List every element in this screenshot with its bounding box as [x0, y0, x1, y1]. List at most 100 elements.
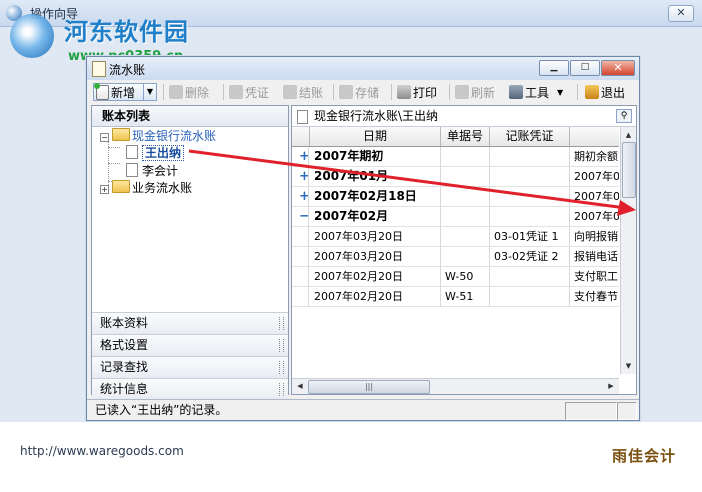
tree-node-li-accountant[interactable]: 李会计: [126, 163, 178, 179]
status-panel: [565, 402, 617, 420]
row-expand-toggle[interactable]: +: [295, 187, 309, 206]
footer-brand: 雨佳会计: [611, 447, 676, 465]
status-panel: [617, 402, 637, 420]
watermark-site-name: 河东软件园: [64, 17, 189, 46]
row-expand-toggle: [295, 267, 309, 286]
section-statistics[interactable]: 统计信息: [92, 378, 288, 400]
cell-summary: 支付职工: [570, 267, 619, 286]
group-row[interactable]: +2007年期初 期初余额: [292, 147, 619, 167]
cell-doc-no: W-51: [441, 287, 490, 306]
column-header-voucher[interactable]: 记账凭证: [490, 127, 570, 146]
maximize-button[interactable]: □: [570, 60, 600, 76]
minimize-button[interactable]: ▁: [539, 60, 569, 76]
new-dropdown-arrow[interactable]: ▼: [143, 84, 156, 100]
search-icon[interactable]: ⚲: [616, 109, 632, 123]
cell-date: 2007年02月20日: [310, 287, 441, 306]
tree-node-label: 李会计: [142, 164, 179, 178]
section-record-search[interactable]: 记录查找: [92, 356, 288, 378]
grip-icon: [279, 361, 284, 374]
document-icon: [297, 110, 308, 124]
row-expand-toggle: [295, 227, 309, 246]
group-row[interactable]: +2007年02月18日 2007年02: [292, 187, 619, 207]
close-button[interactable]: ✕: [601, 60, 635, 76]
voucher-button-label: 凭证: [245, 85, 270, 100]
refresh-button-label: 刷新: [471, 85, 496, 100]
scroll-right-icon[interactable]: ▶: [604, 379, 618, 394]
new-button-label: 新增: [111, 85, 136, 100]
ledger-window-title: 流水账: [109, 63, 146, 77]
table-row[interactable]: 2007年02月20日 W-50 支付职工: [292, 267, 619, 287]
cell-voucher: [490, 287, 570, 306]
voucher-button[interactable]: 凭证: [229, 83, 269, 101]
row-expand-toggle: [295, 247, 309, 266]
horizontal-scroll-thumb[interactable]: |||: [308, 380, 430, 394]
group-row[interactable]: −2007年02月 2007年02: [292, 207, 619, 227]
tree-line: [108, 147, 120, 148]
exit-button[interactable]: 退出: [585, 83, 625, 101]
print-button[interactable]: 打印: [397, 83, 437, 101]
column-header-doc-no[interactable]: 单据号: [441, 127, 490, 146]
section-label: 格式设置: [100, 338, 149, 352]
cell-date: 2007年01月: [310, 167, 441, 186]
cell-summary: 报销电话: [570, 247, 619, 266]
refresh-icon: [455, 85, 469, 99]
status-text: 已读入“王出纳”的记录。: [95, 403, 228, 417]
row-expand-toggle[interactable]: +: [295, 167, 309, 186]
tools-button[interactable]: 工具 ▼: [509, 83, 563, 101]
row-expand-toggle[interactable]: +: [295, 147, 309, 166]
save-button[interactable]: 存储: [339, 83, 379, 101]
group-row[interactable]: +2007年01月 2007年01: [292, 167, 619, 187]
section-format-settings[interactable]: 格式设置: [92, 334, 288, 356]
section-label: 账本资料: [100, 316, 149, 330]
ledger-titlebar: 流水账 ▁ □ ✕: [87, 57, 639, 80]
settle-button[interactable]: 结账: [283, 83, 323, 101]
section-ledger-info[interactable]: 账本资料: [92, 312, 288, 334]
vertical-scrollbar[interactable]: ▲ ▼: [620, 127, 636, 374]
tree-node-business-ledger[interactable]: 业务流水账: [112, 180, 192, 196]
toolbar-separator: [163, 84, 164, 100]
grid-header-marker: [292, 127, 310, 146]
toolbar-separator: [333, 84, 334, 100]
scroll-left-icon[interactable]: ◀: [293, 379, 307, 394]
footer-website-link[interactable]: http://www.waregoods.com: [20, 444, 184, 458]
toolbar-separator: [577, 84, 578, 100]
new-button[interactable]: 新增 ▼: [93, 82, 157, 101]
row-expand-toggle[interactable]: −: [295, 207, 309, 226]
grip-icon: [279, 339, 284, 352]
cell-date: 2007年03月20日: [310, 227, 441, 246]
cell-doc-no: [441, 207, 490, 226]
cell-doc-no: [441, 187, 490, 206]
watermark-logo-icon: [10, 14, 54, 58]
tree-line: [108, 163, 120, 164]
tools-dropdown-arrow[interactable]: ▼: [557, 88, 563, 97]
tree-collapse-toggle[interactable]: −: [100, 133, 109, 142]
cell-doc-no: [441, 247, 490, 266]
column-header-date[interactable]: 日期: [310, 127, 441, 146]
table-row[interactable]: 2007年03月20日 03-01凭证 1 向明报销: [292, 227, 619, 247]
column-header-summary[interactable]: [570, 127, 619, 146]
outer-close-button[interactable]: ✕: [668, 5, 694, 22]
refresh-button[interactable]: 刷新: [455, 83, 495, 101]
table-row[interactable]: 2007年03月20日 03-02凭证 2 报销电话: [292, 247, 619, 267]
row-expand-toggle: [295, 287, 309, 306]
document-icon: [126, 163, 138, 177]
ledger-window: 流水账 ▁ □ ✕ 新增 ▼ 删除 凭证 结账 存储 打印 刷新 工具 ▼ 退出…: [86, 56, 640, 421]
new-doc-icon: [94, 82, 109, 100]
delete-button[interactable]: 删除: [169, 83, 209, 101]
toolbar-separator: [223, 84, 224, 100]
records-grid: 日期 单据号 记账凭证 +2007年期初 期初余额 +2007年01月 2007年01…: [292, 127, 619, 372]
tree-node-cash-bank-ledger[interactable]: 现金银行流水账: [112, 128, 216, 144]
tree-expand-toggle[interactable]: +: [100, 185, 109, 194]
tree-node-wang-cashier[interactable]: 王出纳: [126, 145, 185, 161]
scroll-up-icon[interactable]: ▲: [622, 128, 635, 142]
table-row[interactable]: 2007年02月20日 W-51 支付春节: [292, 287, 619, 307]
outer-footer: http://www.waregoods.com 雨佳会计: [0, 422, 702, 492]
vertical-scroll-thumb[interactable]: [622, 142, 636, 198]
horizontal-scrollbar[interactable]: ◀ ||| ▶: [292, 378, 619, 394]
ledger-tree: − 现金银行流水账 王出纳 李会计 + 业务流水账: [92, 127, 288, 313]
document-icon: [126, 145, 138, 159]
print-button-label: 打印: [413, 85, 438, 100]
toolbar-separator: [449, 84, 450, 100]
scroll-down-icon[interactable]: ▼: [622, 359, 635, 373]
exit-button-label: 退出: [601, 85, 626, 100]
